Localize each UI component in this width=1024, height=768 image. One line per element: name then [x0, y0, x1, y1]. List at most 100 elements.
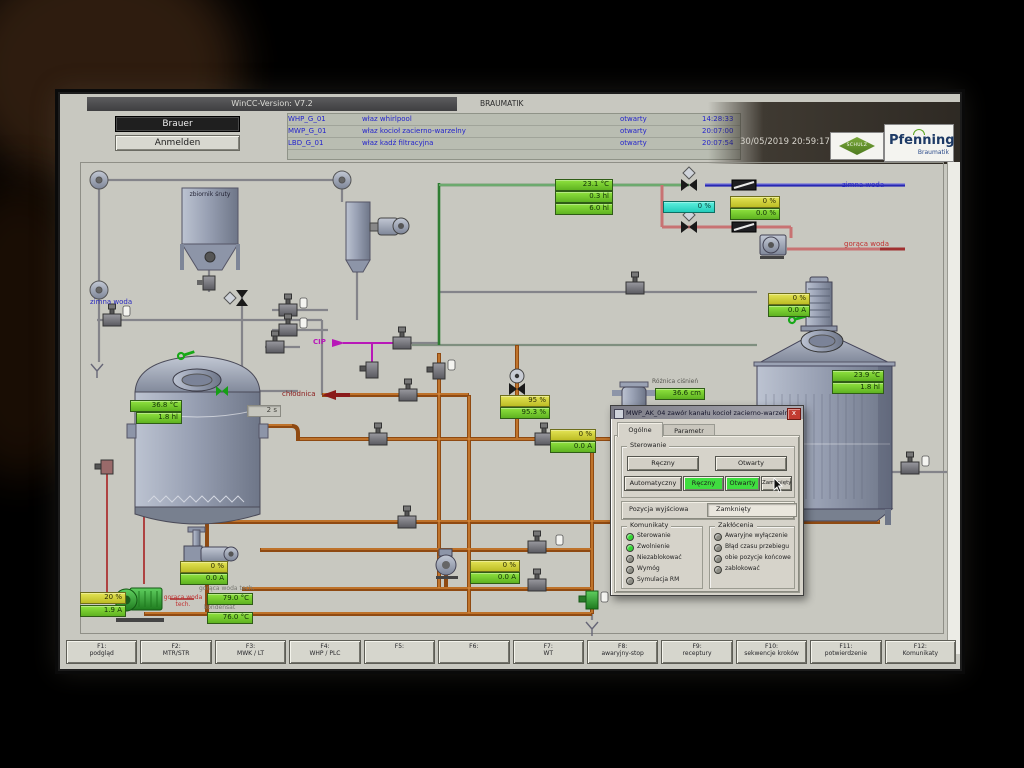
fkey-f7[interactable]: F7:WT: [513, 640, 584, 664]
cooler-label: chłodnica: [282, 390, 316, 398]
fkey-f2[interactable]: F2:MTR/STR: [140, 640, 211, 664]
fkey-label: F9:: [662, 643, 731, 650]
hot-water-tech-caption: gorąca woda tech.: [199, 585, 255, 593]
cold-water-valve[interactable]: [681, 167, 697, 191]
kettle-level: 1.8 hl: [832, 382, 884, 394]
cip-arrow-icon: [332, 339, 345, 347]
valve[interactable]: [279, 314, 297, 336]
cold-water-right-label: zimna woda: [842, 181, 884, 189]
fkey-label: podgląd: [67, 650, 136, 657]
fkey-label: WHP / PLC: [290, 650, 359, 657]
mode-otwarty-button[interactable]: Otwarty: [715, 456, 787, 471]
hw-pump-setpoint: 20 %: [80, 592, 126, 604]
pressure-diff-label: Różnica ciśnień: [652, 378, 698, 386]
valve[interactable]: [398, 506, 416, 528]
message-label: Symulacja RM: [637, 576, 679, 583]
fkey-f4[interactable]: F4:WHP / PLC: [289, 640, 360, 664]
line-volume: 6.0 hl: [555, 203, 613, 215]
valve[interactable]: [360, 362, 378, 378]
cmd-otwarty-button[interactable]: Otwarty: [725, 476, 760, 491]
valve-faceplate-dialog[interactable]: MWP_AK_04 zawór kanału kocioł zacierno-w…: [610, 405, 804, 596]
kettle-motor-setpoint: 0 %: [768, 293, 810, 305]
grist-bin-label: zbiornik śruty: [184, 191, 236, 199]
cip-valve[interactable]: [393, 327, 411, 349]
fkey-label: MWK / LT: [216, 650, 285, 657]
mode-reczny-button[interactable]: Ręczny: [627, 456, 699, 471]
cold-water-left-label: zimna woda: [90, 298, 132, 306]
valve[interactable]: [626, 272, 644, 294]
fkey-f11[interactable]: F11:potwierdzenie: [810, 640, 881, 664]
mid-valve-setpoint: 0 %: [550, 429, 596, 441]
valve[interactable]: [427, 363, 445, 379]
hot-tech-valve[interactable]: [95, 460, 113, 474]
pump-current: 0.0 A: [470, 572, 520, 584]
mash-tun-agitator-motor[interactable]: [184, 527, 238, 563]
home-position-label: Pozycja wyjściowa: [629, 505, 688, 513]
mash-tun-level: 1.8 hl: [136, 412, 182, 424]
pump-setpoint: 0 %: [470, 560, 520, 572]
valve[interactable]: [901, 452, 919, 474]
fkey-label: WT: [514, 650, 583, 657]
message-label: Sterowanie: [637, 532, 671, 539]
close-icon[interactable]: x: [787, 408, 801, 420]
kettle-temp: 23.9 °C: [832, 370, 884, 382]
fkey-f8[interactable]: F8:awaryjny-stop: [587, 640, 658, 664]
fkey-label: F4:: [290, 643, 359, 650]
fkey-f12[interactable]: F12:Komunikaty: [885, 640, 956, 664]
fkey-f6[interactable]: F6:: [438, 640, 509, 664]
tab-ogolne[interactable]: Ogólne: [617, 422, 663, 437]
grist-line-valve[interactable]: [224, 290, 248, 306]
photo-background: WinCC-Version: V7.2 Brauer Anmelden BRAU…: [0, 0, 1024, 768]
message-label: Wymóg: [637, 565, 660, 572]
dialog-titlebar[interactable]: MWP_AK_04 zawór kanału kocioł zacierno-w…: [611, 406, 803, 419]
green-valve[interactable]: [579, 591, 598, 609]
fkey-label: potwierdzenie: [811, 650, 880, 657]
cmd-reczny-button[interactable]: Ręczny: [683, 476, 724, 491]
valve[interactable]: [528, 569, 546, 591]
cooler-arrow-icon: [322, 390, 350, 400]
fkey-f10[interactable]: F10:sekwencje kroków: [736, 640, 807, 664]
cmd-automatyczny-button[interactable]: Automatyczny: [624, 476, 682, 491]
fkey-label: F10:: [737, 643, 806, 650]
valve[interactable]: [279, 294, 297, 316]
fault-label: obie pozycje końcowe: [725, 554, 791, 561]
fkey-label: F7:: [514, 643, 583, 650]
fkey-f3[interactable]: F3:MWK / LT: [215, 640, 286, 664]
valve[interactable]: [369, 423, 387, 445]
fault-label: Błąd czasu przebiegu: [725, 543, 789, 550]
dialog-title: MWP_AK_04 zawór kanału kocioł zacierno-w…: [626, 409, 793, 417]
valve[interactable]: [103, 304, 121, 326]
line-level: 0.3 hl: [555, 191, 613, 203]
fkey-label: awaryjny-stop: [588, 650, 657, 657]
mash-tun[interactable]: [127, 356, 268, 524]
grist-bin-valve[interactable]: [197, 276, 215, 290]
function-key-bar: F1:podgląd F2:MTR/STR F3:MWK / LT F4:WHP…: [66, 640, 956, 664]
message-label: Zwolnienie: [637, 543, 670, 550]
fault-label: Awaryjne wyłączenie: [725, 532, 788, 539]
fkey-f1[interactable]: F1:podgląd: [66, 640, 137, 664]
message-label: Niezablokować: [637, 554, 682, 561]
grist-bin[interactable]: [180, 188, 240, 270]
fkey-label: F2:: [141, 643, 210, 650]
messages-group-legend: Komunikaty: [627, 522, 671, 529]
led-icon: [626, 555, 634, 563]
cooler-valve[interactable]: [399, 379, 417, 401]
hot-water-tech-label: gorąca woda tech.: [160, 595, 206, 608]
hot-water-pump[interactable]: [760, 235, 786, 259]
grist-mill[interactable]: [346, 202, 409, 272]
fkey-f9[interactable]: F9:receptury: [661, 640, 732, 664]
hot-water-right-label: gorąca woda: [844, 240, 889, 248]
control-group-legend: Sterowanie: [627, 442, 669, 449]
led-icon: [626, 577, 634, 585]
fkey-label: F6:: [439, 643, 508, 650]
fkey-label: F11:: [811, 643, 880, 650]
hot-valve-position: 0.0 %: [730, 208, 780, 220]
fkey-f5[interactable]: F5:: [364, 640, 435, 664]
condensate-temp: 76.0 °C: [207, 612, 253, 624]
led-icon: [714, 555, 722, 563]
valve95-position: 95.3 %: [500, 407, 550, 419]
valve[interactable]: [528, 531, 546, 553]
kettle-motor-current: 0.0 A: [768, 305, 810, 317]
fkey-label: receptury: [662, 650, 731, 657]
led-icon: [626, 544, 634, 552]
